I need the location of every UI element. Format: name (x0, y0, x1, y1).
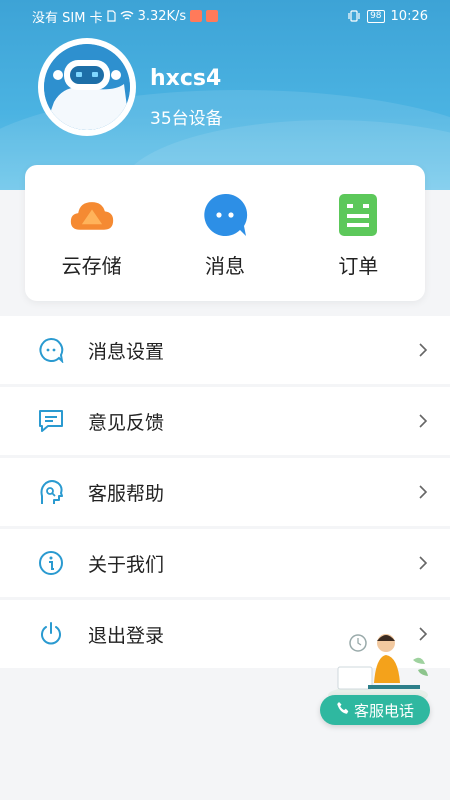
sim-icon (106, 10, 116, 22)
power-icon (37, 620, 65, 648)
quick-action-message[interactable]: 消息 (158, 165, 291, 301)
chevron-right-icon (418, 482, 430, 502)
wifi-icon (120, 10, 134, 22)
status-bar: 没有 SIM 卡 3.32K/s 98 10:26 (0, 0, 450, 32)
quick-action-cloud-storage[interactable]: 云存储 (25, 165, 158, 301)
quick-action-order[interactable]: 订单 (292, 165, 425, 301)
app-notification-icon (206, 10, 219, 22)
cloud-storage-icon (69, 192, 115, 238)
menu-item-message-settings[interactable]: 消息设置 (0, 316, 450, 384)
chevron-right-icon (418, 340, 430, 360)
menu-item-label: 意见反馈 (88, 411, 165, 434)
menu-item-label: 关于我们 (88, 553, 165, 576)
customer-help-icon (37, 478, 65, 506)
message-bubble-icon (202, 192, 248, 238)
chevron-right-icon (418, 553, 430, 573)
device-count[interactable]: 35台设备 (150, 104, 223, 129)
menu-item-label: 消息设置 (88, 340, 165, 363)
quick-action-label: 消息 (204, 254, 245, 278)
settings-menu: 消息设置 意见反馈 客服帮助 关于我们 退出登录 (0, 316, 450, 671)
info-icon (37, 549, 65, 577)
network-speed: 3.32K/s (137, 8, 187, 24)
menu-item-customer-help[interactable]: 客服帮助 (0, 458, 450, 526)
menu-item-label: 客服帮助 (88, 482, 165, 505)
customer-service-phone-button[interactable]: 客服电话 (320, 695, 430, 725)
chevron-right-icon (418, 411, 430, 431)
menu-item-feedback[interactable]: 意见反馈 (0, 387, 450, 455)
vibrate-icon (347, 10, 361, 22)
order-list-icon (335, 192, 381, 238)
app-notification-icon (190, 10, 203, 22)
chat-settings-icon (37, 336, 65, 364)
quick-action-label: 订单 (338, 254, 379, 278)
feedback-icon (37, 407, 65, 435)
quick-action-label: 云存储 (61, 254, 122, 278)
battery-icon: 98 (367, 9, 385, 23)
carrier-text: 没有 SIM 卡 (32, 10, 103, 26)
phone-icon (336, 701, 350, 719)
customer-service-phone-label: 客服电话 (353, 701, 414, 720)
menu-item-about-us[interactable]: 关于我们 (0, 529, 450, 597)
avatar[interactable] (38, 38, 136, 136)
robot-avatar-icon (44, 44, 130, 130)
menu-item-label: 退出登录 (88, 624, 165, 647)
username: hxcs4 (150, 66, 222, 91)
quick-actions-card: 云存储 消息 订单 (25, 165, 425, 301)
clock: 10:26 (390, 8, 428, 24)
